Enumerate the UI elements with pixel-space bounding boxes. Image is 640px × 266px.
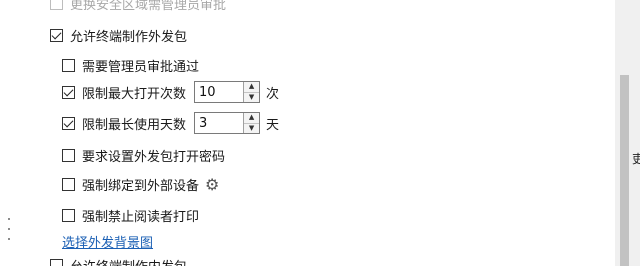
open-count-input[interactable] [195,82,244,102]
use-days-stepper[interactable]: ▲ ▼ [194,112,261,134]
increment-button[interactable]: ▲ [244,82,260,92]
increment-button[interactable]: ▲ [244,113,260,123]
edge-text-fragment: 吏 [632,152,640,166]
unit-label: 天 [266,117,280,133]
decrement-button[interactable]: ▼ [244,122,260,133]
option-bind-external-device[interactable]: 强制绑定到外部设备 ⚙ [62,175,219,194]
decrement-button[interactable]: ▼ [244,91,260,102]
unit-label: 次 [266,86,280,102]
option-need-admin-approval[interactable]: 需要管理员审批通过 [62,56,199,75]
use-days-input[interactable] [195,113,244,133]
checkbox[interactable] [50,29,63,42]
option-change-secure-zone-approval[interactable]: 更换安全区域需管理员审批 [50,0,226,13]
checkbox[interactable] [62,116,75,130]
open-count-stepper[interactable]: ▲ ▼ [194,81,261,103]
scrollbar-thumb[interactable] [620,75,629,266]
option-require-password[interactable]: 要求设置外发包打开密码 [62,146,225,165]
checkbox[interactable] [62,85,75,99]
checkbox[interactable] [50,0,63,10]
checkbox[interactable] [62,149,75,162]
option-forbid-print[interactable]: 强制禁止阅读者打印 [62,206,199,225]
checkbox[interactable] [62,59,75,72]
option-limit-open-count[interactable]: 限制最大打开次数 ▲ ▼ 次 [62,81,279,103]
option-label: 允许终端制作外发包 [70,30,188,45]
option-label: 要求设置外发包打开密码 [82,150,226,165]
option-label: 需要管理员审批通过 [82,60,200,75]
checkbox[interactable] [62,209,75,222]
option-label: 限制最长使用天数 [82,117,187,133]
checkbox[interactable] [50,259,63,266]
option-label: 限制最大打开次数 [82,86,187,102]
option-label: 强制禁止阅读者打印 [82,210,200,225]
option-label: 允许终端制作内发包 [70,256,187,266]
settings-panel: 更换安全区域需管理员审批 允许终端制作外发包 需要管理员审批通过 限制最大打开次… [0,0,615,266]
option-allow-terminal-pack[interactable]: 允许终端制作外发包 [50,26,187,45]
resize-grip[interactable] [8,218,11,240]
option-allow-internal-pack[interactable]: 允许终端制作内发包 [50,256,187,266]
checkbox[interactable] [62,178,75,191]
option-label: 更换安全区域需管理员审批 [70,0,227,13]
option-limit-use-days[interactable]: 限制最长使用天数 ▲ ▼ 天 [62,112,279,134]
gear-icon[interactable]: ⚙ [205,176,219,193]
select-background-link[interactable]: 选择外发背景图 [62,232,153,251]
option-label: 强制绑定到外部设备 [82,179,200,194]
